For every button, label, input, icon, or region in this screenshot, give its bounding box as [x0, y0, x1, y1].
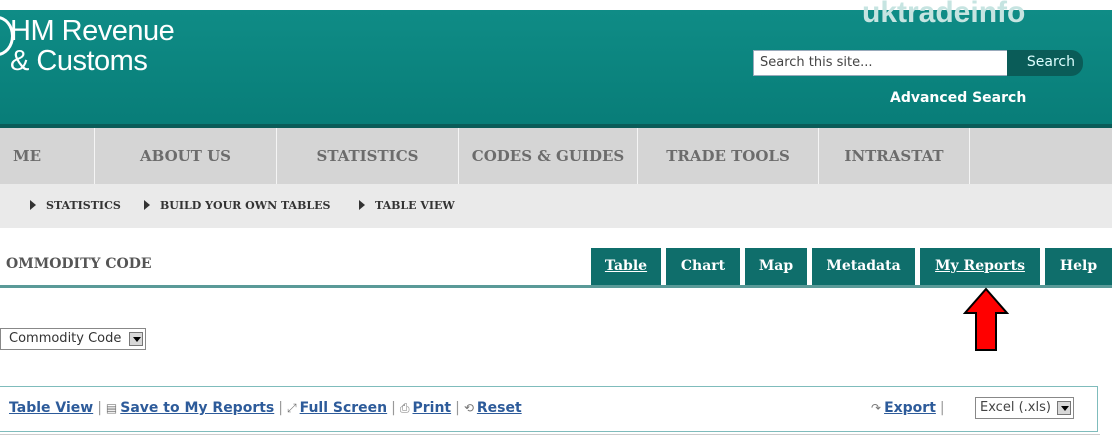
- print-icon: ⎙: [399, 401, 410, 415]
- tab-chart[interactable]: Chart: [666, 248, 740, 285]
- org-name-line1: HM Revenue: [10, 15, 175, 47]
- org-logo-text[interactable]: HM Revenue & Customs: [10, 15, 175, 77]
- content-divider: [0, 434, 1100, 435]
- toolbar-separator: |: [97, 400, 102, 416]
- save-icon: ▤: [105, 401, 118, 415]
- full-screen-icon: ⤢: [286, 401, 297, 415]
- nav-item-trade-tools[interactable]: TRADE TOOLS: [638, 128, 818, 184]
- tab-my-reports-label: My Reports: [935, 258, 1025, 274]
- full-screen-link[interactable]: Full Screen: [300, 400, 388, 416]
- export-link[interactable]: Export: [884, 400, 936, 416]
- nav-item-home[interactable]: ME: [0, 128, 94, 184]
- commodity-code-select-value: Commodity Code: [9, 331, 122, 346]
- toolbar-right-group: ↷ Export |: [871, 400, 949, 416]
- search-button[interactable]: Search: [1007, 50, 1083, 76]
- page-title: OMMODITY CODE: [6, 256, 152, 272]
- table-toolbar: Table View | ▤ Save to My Reports | ⤢ Full Scr…: [0, 386, 1098, 432]
- site-header: HM Revenue & Customs uktradeinfo Search …: [0, 0, 1112, 126]
- nav-item-statistics[interactable]: STATISTICS: [277, 128, 458, 184]
- toolbar-separator: |: [278, 400, 283, 416]
- tab-table[interactable]: Table: [591, 248, 661, 285]
- export-format-select[interactable]: Excel (.xls): [975, 397, 1074, 419]
- tab-table-label: Table: [604, 258, 648, 274]
- site-brand[interactable]: uktradeinfo: [862, 0, 1025, 30]
- advanced-search-link[interactable]: Advanced Search: [890, 90, 1026, 106]
- chevron-down-icon: [129, 332, 144, 346]
- chevron-down-icon: [1056, 401, 1071, 415]
- nav-item-intrastat[interactable]: INTRASTAT: [819, 128, 969, 184]
- breadcrumb-arrow-icon: [359, 200, 365, 210]
- export-icon: ↷: [871, 401, 882, 415]
- toolbar-separator: |: [391, 400, 396, 416]
- tab-my-reports[interactable]: My Reports: [920, 248, 1040, 285]
- toolbar-separator: |: [939, 400, 945, 416]
- breadcrumb-statistics[interactable]: STATISTICS: [46, 199, 121, 212]
- tab-help[interactable]: Help: [1045, 248, 1112, 285]
- table-view-link[interactable]: Table View: [9, 400, 93, 416]
- search-input[interactable]: Search this site...: [753, 50, 1008, 76]
- breadcrumb: STATISTICS BUILD YOUR OWN TABLES TABLE V…: [0, 184, 1112, 228]
- toolbar-left-group: Table View | ▤ Save to My Reports | ⤢ Full Scr…: [9, 400, 522, 416]
- tab-metadata[interactable]: Metadata: [812, 248, 915, 285]
- toolbar-separator: |: [455, 400, 460, 416]
- breadcrumb-build-tables[interactable]: BUILD YOUR OWN TABLES: [160, 199, 330, 212]
- tab-map[interactable]: Map: [745, 248, 807, 285]
- nav-item-codes-guides[interactable]: CODES & GUIDES: [459, 128, 637, 184]
- reset-icon: ⟲: [463, 401, 474, 415]
- print-link[interactable]: Print: [412, 400, 451, 416]
- breadcrumb-arrow-icon: [144, 200, 150, 210]
- main-nav: ME ABOUT US STATISTICS CODES & GUIDES TR…: [0, 128, 1112, 184]
- breadcrumb-table-view: TABLE VIEW: [375, 199, 455, 212]
- nav-item-about-us[interactable]: ABOUT US: [95, 128, 276, 184]
- nav-divider: [969, 128, 970, 184]
- title-underline: [0, 285, 1112, 288]
- export-format-value: Excel (.xls): [980, 400, 1051, 415]
- commodity-code-select[interactable]: Commodity Code: [0, 328, 147, 350]
- red-pointer-arrow-icon: [963, 287, 1009, 351]
- org-name-line2: & Customs: [10, 45, 148, 77]
- breadcrumb-arrow-icon: [30, 200, 36, 210]
- reset-link[interactable]: Reset: [477, 400, 522, 416]
- save-to-my-reports-link[interactable]: Save to My Reports: [120, 400, 274, 416]
